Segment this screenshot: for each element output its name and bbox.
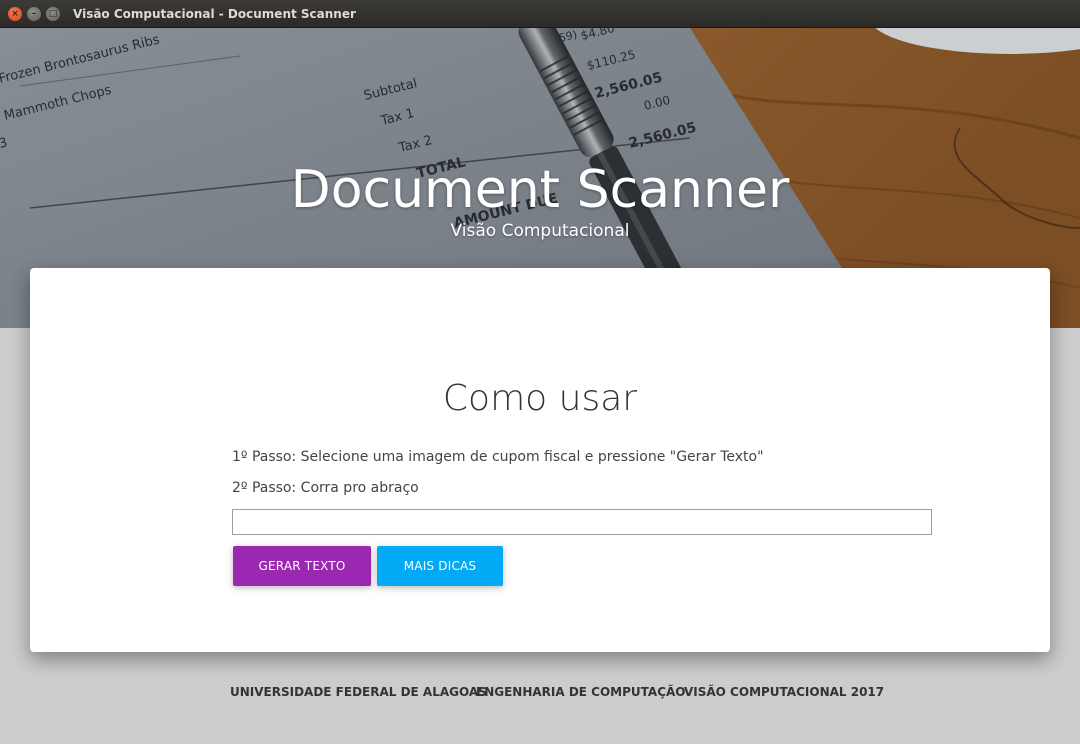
footer-link-ufal[interactable]: UNIVERSIDADE FEDERAL DE ALAGOAS — [230, 685, 487, 699]
step-1-text: 1º Passo: Selecione uma imagem de cupom … — [232, 449, 764, 465]
hero-subtitle: Visão Computacional — [450, 221, 630, 241]
gerar-texto-button[interactable]: GERAR TEXTO — [233, 546, 371, 586]
hero-title: Document Scanner — [290, 160, 790, 220]
image-file-input[interactable] — [232, 509, 932, 535]
mais-dicas-button[interactable]: MAIS DICAS — [377, 546, 503, 586]
window-close-button[interactable]: × — [8, 7, 22, 21]
card-title: Como usar — [442, 378, 638, 419]
window-minimize-button[interactable]: – — [27, 7, 41, 21]
window-titlebar: × – □ Visão Computacional - Document Sca… — [0, 0, 1080, 28]
window-maximize-button[interactable]: □ — [46, 7, 60, 21]
how-to-use-card: Como usar 1º Passo: Selecione uma imagem… — [30, 268, 1050, 652]
footer-link-visao[interactable]: VISÃO COMPUTACIONAL 2017 — [684, 685, 884, 699]
footer-link-engenharia[interactable]: ENGENHARIA DE COMPUTAÇÃO — [476, 685, 686, 699]
step-2-text: 2º Passo: Corra pro abraço — [232, 480, 419, 496]
window-title: Visão Computacional - Document Scanner — [73, 7, 356, 21]
